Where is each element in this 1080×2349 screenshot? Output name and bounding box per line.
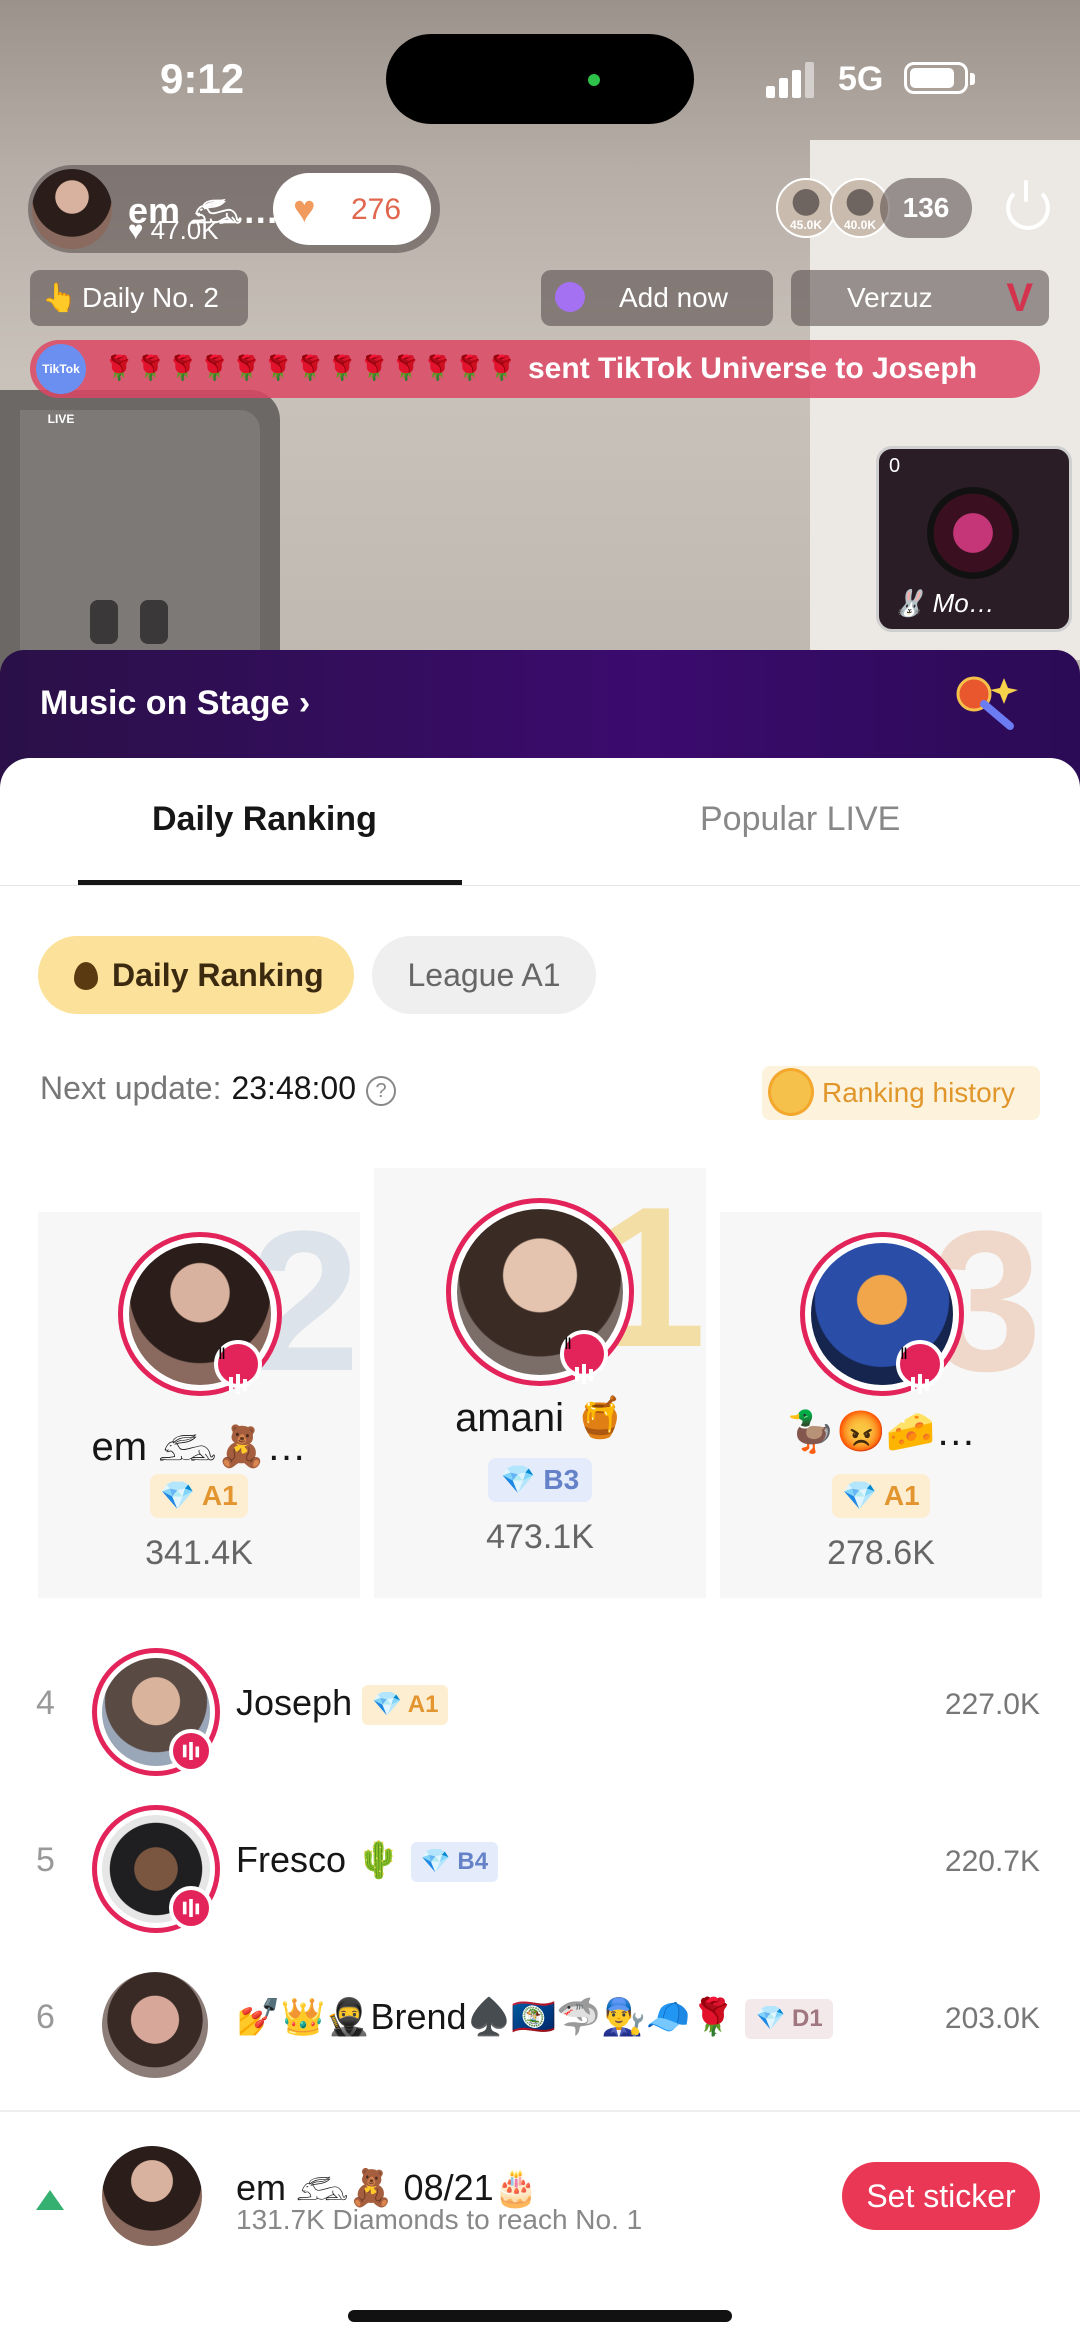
podium-name: amani 🍯 (455, 1396, 625, 1440)
podium-rank-3[interactable]: 3 🦆😡🧀… 💎 A1 278.6K (720, 1202, 1042, 1598)
home-indicator[interactable] (348, 2310, 732, 2322)
podium-rank-1[interactable]: 1 amani 🍯 💎 B3 473.1K (374, 1168, 706, 1598)
filter-daily-ranking[interactable]: Daily Ranking (38, 936, 354, 1014)
filter-league[interactable]: League A1 (372, 936, 596, 1014)
update-timer: 23:48:00 (231, 1070, 357, 1106)
medal-icon (768, 1068, 814, 1116)
fan-club-button[interactable]: ♥ 276 (273, 173, 431, 245)
next-update: Next update: 23:48:00? (40, 1070, 397, 1107)
podium-score: 341.4K (145, 1534, 253, 1572)
cohost-window[interactable]: 0 🐰 Mo… (876, 446, 1072, 632)
league-badge: 💎 B4 (410, 1842, 499, 1883)
live-icon (896, 1340, 944, 1394)
ranking-sheet: Daily Ranking Popular LIVE Daily Ranking… (0, 758, 1080, 2347)
viewer-count[interactable]: 136 (880, 178, 972, 238)
signal-icon (766, 62, 818, 98)
avatar[interactable] (102, 1972, 208, 2078)
dynamic-island (386, 34, 694, 124)
viewer-avatar[interactable]: 45.0K (776, 178, 836, 238)
gift-message: sent TikTok Universe to Joseph (528, 352, 978, 385)
network-type: 5G (838, 60, 884, 98)
podium-name: 🦆😡🧀… (786, 1410, 976, 1454)
user-score: 220.7K (944, 1845, 1040, 1878)
daily-rank-chip[interactable]: 👆 Daily No. 2 (30, 270, 248, 326)
league-badge: 💎 A1 (362, 1685, 449, 1726)
verzuz-icon: V (1006, 276, 1033, 320)
user-name: Joseph (236, 1682, 353, 1723)
podium-rank-2[interactable]: 2 em 𓃹🧸… 💎 A1 341.4K (38, 1202, 360, 1598)
cohost-count: 0 (889, 455, 901, 477)
list-item[interactable]: 6 💅👑🥷Brend♠️🇧🇿🦈👨‍🔧🧢🌹 💎 D1 203.0K (0, 1950, 1080, 2100)
live-icon (169, 1729, 213, 1773)
list-item[interactable]: 4 Joseph 💎 A1 227.0K (0, 1636, 1080, 1786)
live-icon (169, 1886, 213, 1930)
cohost-avatar (927, 487, 1019, 579)
set-sticker-button[interactable]: Set sticker (842, 2162, 1040, 2230)
battery-icon (904, 62, 975, 94)
host-avatar[interactable] (32, 169, 112, 249)
league-badge: 💎 A1 (832, 1474, 930, 1518)
host-info[interactable]: em 𓃹… ♥ 47.0K ♥ 276 (28, 165, 440, 253)
podium-name: em 𓃹🧸… (91, 1425, 307, 1469)
avatar[interactable] (92, 1648, 220, 1776)
heart-icon: ♥ (293, 189, 316, 231)
rank-number: 4 (36, 1684, 55, 1722)
divider (0, 885, 1080, 886)
user-name: 💅👑🥷Brend♠️🇧🇿🦈👨‍🔧🧢🌹 (236, 1996, 736, 2037)
user-score: 203.0K (944, 2002, 1040, 2035)
rank-number: 5 (36, 1841, 55, 1879)
podium-score: 473.1K (486, 1518, 594, 1556)
league-badge: 💎 A1 (150, 1474, 248, 1518)
cohost-name: 🐰 Mo… (893, 588, 995, 618)
tab-popular-live[interactable]: Popular LIVE (700, 800, 900, 839)
diamonds-to-first: 131.7K Diamonds to reach No. 1 (236, 2204, 643, 2235)
gift-banner: TikTok LIVE 🌹🌹🌹🌹🌹🌹🌹🌹🌹🌹🌹🌹🌹 sent TikTok Un… (30, 340, 1040, 426)
user-score: 227.0K (944, 1688, 1040, 1721)
knob (140, 600, 168, 644)
status-time: 9:12 (160, 55, 245, 102)
league-badge: 💎 B3 (488, 1458, 592, 1502)
fridge-door (20, 410, 260, 690)
microphone-icon (956, 676, 1018, 730)
hand-icon: 👆 (42, 282, 77, 313)
target-icon (555, 282, 585, 312)
live-icon (214, 1340, 262, 1394)
rose-emojis: 🌹🌹🌹🌹🌹🌹🌹🌹🌹🌹🌹🌹🌹 (104, 355, 519, 382)
league-badge: 💎 D1 (745, 1999, 833, 2040)
tab-daily-ranking[interactable]: Daily Ranking (152, 800, 377, 839)
help-icon[interactable]: ? (366, 1075, 397, 1106)
camera-indicator (588, 74, 600, 86)
drop-icon (74, 962, 98, 990)
add-now-chip[interactable]: Add now (541, 270, 773, 326)
list-item[interactable]: 5 Fresco 🌵 💎 B4 220.7K (0, 1793, 1080, 1943)
rank-up-icon (36, 2190, 64, 2210)
close-live-icon[interactable] (1006, 180, 1050, 230)
tiktok-live-logo: TikTok LIVE (36, 344, 86, 426)
my-avatar[interactable] (102, 2146, 202, 2246)
user-name: Fresco 🌵 (236, 1839, 401, 1880)
podium-score: 278.6K (827, 1534, 935, 1572)
ranking-history-button[interactable]: Ranking history (762, 1066, 1040, 1120)
fan-count: 276 (351, 193, 402, 226)
knob (90, 600, 118, 644)
avatar[interactable] (92, 1805, 220, 1933)
verzuz-chip[interactable]: Verzuz V (791, 270, 1049, 326)
live-icon (560, 1330, 608, 1384)
rank-number: 6 (36, 1998, 55, 2036)
host-likes: ♥ 47.0K (128, 215, 219, 245)
my-name: em 𓃹🧸 08/21🎂 (236, 2167, 539, 2208)
